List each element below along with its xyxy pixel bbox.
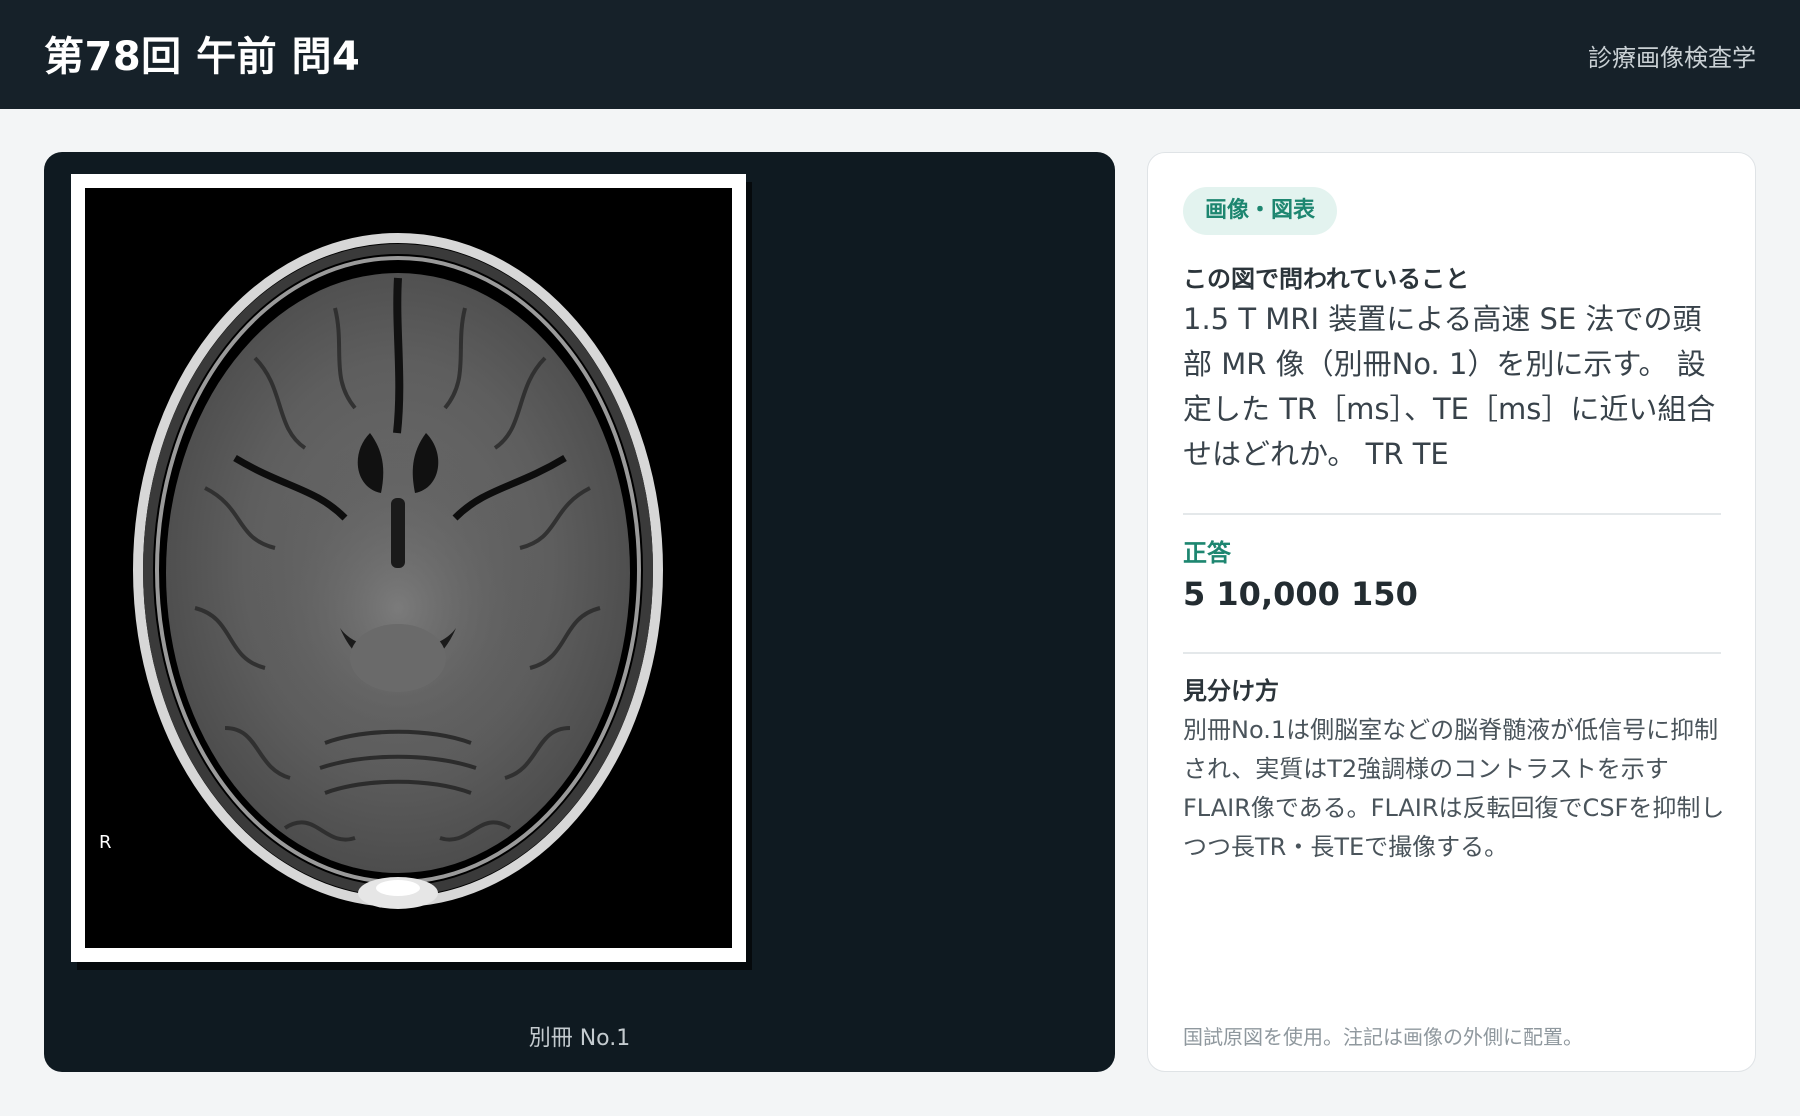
question-text: 1.5 T MRI 装置による高速 SE 法での頭部 MR 像（別冊No. 1）…: [1183, 302, 1716, 471]
explanation-label: 見分け方: [1183, 677, 1279, 705]
mri-brain-image[interactable]: R: [85, 188, 732, 948]
divider: [1183, 652, 1721, 654]
orientation-marker: R: [99, 832, 112, 853]
mri-image-frame: R: [71, 174, 746, 962]
subject-label: 診療画像検査学: [1588, 44, 1756, 72]
top-bar: 第78回 午前 問4 診療画像検査学: [0, 0, 1800, 109]
info-card: 画像・図表 この図で問われていること 1.5 T MRI 装置による高速 SE …: [1147, 152, 1756, 1072]
page-title: 第78回 午前 問4: [44, 34, 361, 80]
figure-caption: 別冊 No.1: [528, 1026, 631, 1051]
question-label: この図で問われていること: [1183, 265, 1470, 293]
divider: [1183, 513, 1721, 515]
answer-text: 5 10,000 150: [1183, 575, 1418, 613]
explanation-text: 別冊No.1は側脳室などの脳脊髄液が低信号に抑制され、実質はT2強調様のコントラ…: [1183, 716, 1725, 861]
answer-label: 正答: [1183, 539, 1231, 567]
figure-panel: R 別冊 No.1: [44, 152, 1115, 1072]
footnote: 国試原図を使用。注記は画像の外側に配置。: [1183, 1025, 1583, 1049]
category-tag: 画像・図表: [1183, 187, 1338, 235]
